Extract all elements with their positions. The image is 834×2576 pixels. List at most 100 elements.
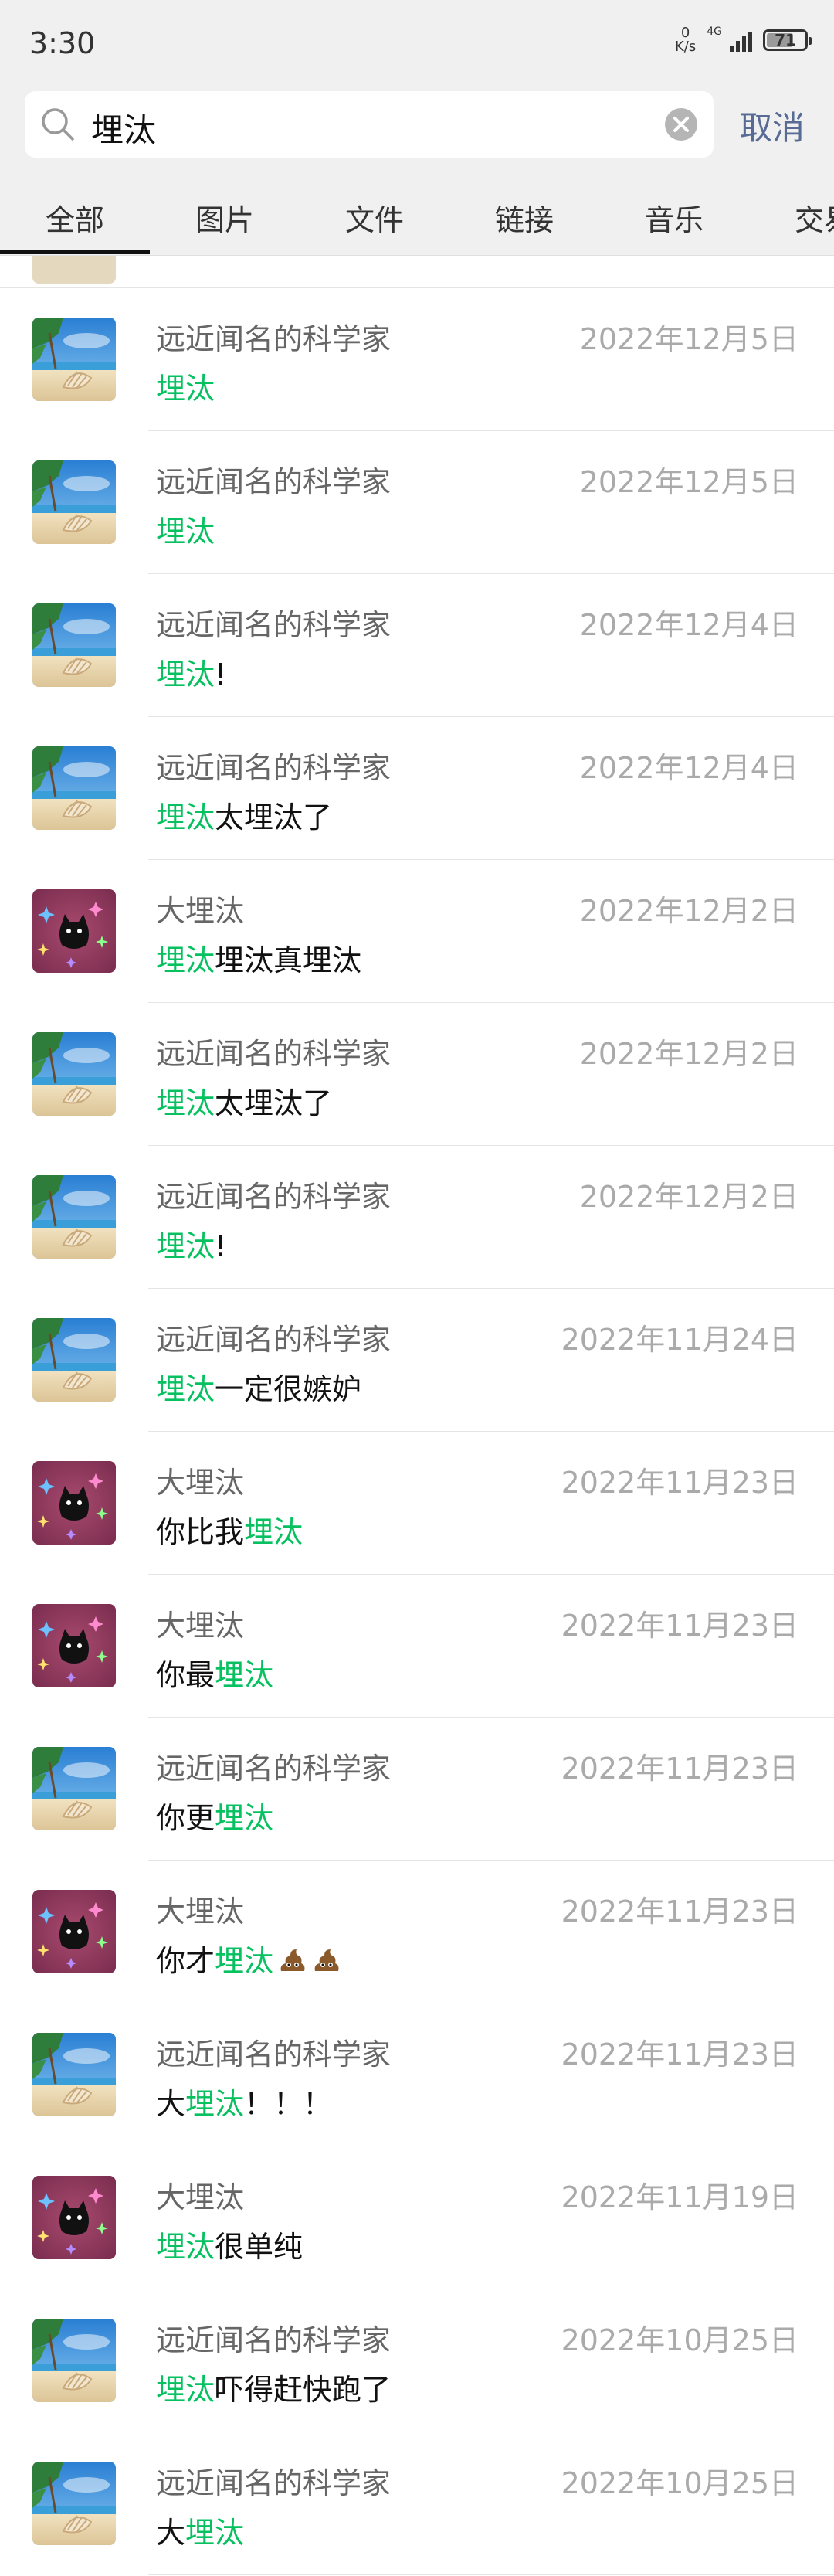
message-preview: 大埋汰！！！ — [156, 2080, 332, 2122]
list-item[interactable]: 大埋汰 2022年12月2日 埋汰埋汰真埋汰 — [0, 860, 834, 1003]
message-text: 一定很嫉妒 — [215, 1372, 362, 1406]
list-item[interactable]: 远近闻名的科学家 2022年12月4日 埋汰太埋汰了 — [0, 717, 834, 860]
sender-name: 远近闻名的科学家 — [156, 1323, 392, 1357]
message-preview: 埋汰! — [156, 1222, 226, 1265]
message-date: 2022年11月23日 — [561, 1895, 798, 1929]
keyword-highlight: 埋汰 — [215, 1944, 274, 1978]
status-bar: 3:30 0 K/s 4G 71 — [0, 0, 834, 85]
avatar — [32, 256, 116, 284]
message-date: 2022年10月25日 — [561, 2323, 798, 2357]
keyword-highlight: 埋汰 — [156, 372, 215, 406]
message-text: 太埋汰了 — [215, 1086, 333, 1120]
active-tab-indicator — [0, 250, 150, 254]
keyword-highlight: 埋汰 — [215, 1658, 274, 1692]
divider — [148, 2574, 834, 2575]
sender-name: 大埋汰 — [156, 2180, 245, 2214]
list-item[interactable]: 远近闻名的科学家 2022年11月23日 你更埋汰 — [0, 1718, 834, 1861]
list-item[interactable]: 大埋汰 2022年11月23日你最埋汰 — [0, 1575, 834, 1718]
message-preview: 你最埋汰 — [156, 1651, 273, 1694]
list-item[interactable]: 远近闻名的科学家 2022年11月23日 大埋汰！！！ — [0, 2003, 834, 2146]
list-item[interactable]: 远近闻名的科学家 2022年10月25日埋汰吓得赶快跑了 — [0, 2289, 834, 2432]
message-date: 2022年11月23日 — [561, 1609, 798, 1643]
sender-name: 远近闻名的科学家 — [156, 751, 392, 785]
avatar-cat — [32, 2176, 116, 2259]
message-preview: 埋汰太埋汰了 — [156, 1079, 332, 1122]
message-text: 你更 — [156, 1801, 215, 1835]
sender-name: 远近闻名的科学家 — [156, 2323, 392, 2357]
status-time: 3:30 — [29, 26, 96, 60]
avatar-beach — [32, 460, 116, 544]
message-date: 2022年11月23日 — [561, 1466, 798, 1500]
message-date: 2022年12月4日 — [579, 608, 798, 642]
keyword-highlight: 埋汰 — [156, 658, 215, 692]
clear-icon[interactable] — [664, 107, 698, 141]
sender-name: 大埋汰 — [156, 1609, 245, 1643]
list-item[interactable] — [0, 256, 834, 288]
list-item[interactable]: 远近闻名的科学家 2022年11月24日 埋汰一定很嫉妒 — [0, 1289, 834, 1432]
message-preview: 埋汰 — [156, 508, 215, 550]
sender-name: 远近闻名的科学家 — [156, 1037, 392, 1071]
tab-links[interactable]: 链接 — [449, 196, 599, 239]
cancel-button[interactable]: 取消 — [740, 102, 805, 149]
tab-transactions[interactable]: 交易 — [749, 196, 834, 239]
tab-music[interactable]: 音乐 — [599, 196, 749, 239]
message-preview: 埋汰太埋汰了 — [156, 794, 332, 836]
avatar-cat — [32, 1461, 116, 1545]
message-date: 2022年12月2日 — [579, 1037, 798, 1071]
search-input[interactable]: 埋汰 — [91, 104, 156, 151]
sender-name: 远近闻名的科学家 — [156, 1180, 392, 1214]
message-date: 2022年10月25日 — [561, 2466, 798, 2500]
list-item[interactable]: 远近闻名的科学家 2022年12月5日 埋汰 — [0, 288, 834, 431]
message-date: 2022年12月2日 — [579, 894, 798, 928]
keyword-highlight: 埋汰 — [156, 2373, 215, 2407]
avatar-beach — [32, 1318, 116, 1402]
tab-images[interactable]: 图片 — [150, 196, 300, 239]
list-item[interactable]: 远近闻名的科学家 2022年12月4日 埋汰! — [0, 574, 834, 717]
keyword-highlight: 埋汰 — [185, 2087, 245, 2121]
poop-emoji-icon — [280, 1949, 305, 1971]
keyword-highlight: 埋汰 — [185, 2516, 245, 2550]
keyword-highlight: 埋汰 — [156, 1086, 215, 1120]
message-text: 你最 — [156, 1658, 215, 1692]
poop-emoji-icon — [314, 1949, 339, 1971]
filter-tabs: 全部 图片 文件 链接 音乐 交易 — [0, 178, 834, 256]
list-item[interactable]: 远近闻名的科学家 2022年12月2日 埋汰! — [0, 1146, 834, 1289]
avatar-beach — [32, 1175, 116, 1259]
message-preview: 你更埋汰 — [156, 1794, 273, 1837]
avatar-beach — [32, 2462, 116, 2545]
list-item[interactable]: 大埋汰 2022年11月23日 你比我埋汰 — [0, 1432, 834, 1575]
message-text: ！！！ — [244, 2087, 333, 2121]
keyword-highlight: 埋汰 — [156, 2230, 215, 2264]
list-item[interactable]: 大埋汰 2022年11月19日 埋汰很单纯 — [0, 2146, 834, 2289]
tab-files[interactable]: 文件 — [300, 196, 449, 239]
message-preview: 埋汰 — [156, 365, 215, 407]
list-item[interactable]: 大埋汰 2022年11月23日 你才埋汰 — [0, 1861, 834, 2003]
message-text: 很单纯 — [215, 2230, 303, 2264]
network-type: 4G — [707, 25, 722, 38]
message-preview: 埋汰很单纯 — [156, 2223, 303, 2265]
battery-icon: 71 — [763, 29, 812, 51]
message-text: 吓得赶快跑了 — [215, 2373, 392, 2407]
list-item[interactable]: 远近闻名的科学家 2022年10月25日 大埋汰 — [0, 2432, 834, 2575]
message-preview: 你比我埋汰 — [156, 1508, 303, 1551]
message-preview: 大埋汰 — [156, 2509, 244, 2551]
message-date: 2022年12月5日 — [579, 465, 798, 499]
keyword-highlight: 埋汰 — [156, 1372, 215, 1406]
search-box[interactable]: 埋汰 — [25, 91, 714, 158]
search-result-list[interactable]: 远近闻名的科学家 2022年12月5日 埋汰 远近闻名的科学家 2022年12月5日埋… — [0, 256, 834, 2576]
list-item[interactable]: 远近闻名的科学家 2022年12月2日埋汰太埋汰了 — [0, 1003, 834, 1146]
message-text: 太埋汰了 — [215, 800, 333, 834]
message-date: 2022年11月23日 — [561, 2037, 798, 2071]
avatar-beach — [32, 746, 116, 830]
avatar-cat — [32, 889, 116, 973]
keyword-highlight: 埋汰 — [244, 1515, 303, 1549]
avatar-cat — [32, 1604, 116, 1687]
message-text: ! — [215, 658, 227, 692]
tab-all[interactable]: 全部 — [0, 196, 150, 239]
message-text: ! — [215, 1229, 227, 1263]
list-item[interactable]: 远近闻名的科学家 2022年12月5日 埋汰 — [0, 431, 834, 574]
avatar-beach — [32, 603, 116, 687]
avatar-cat — [32, 1890, 116, 1973]
signal-icon — [730, 29, 752, 52]
sender-name: 远近闻名的科学家 — [156, 1752, 392, 1786]
